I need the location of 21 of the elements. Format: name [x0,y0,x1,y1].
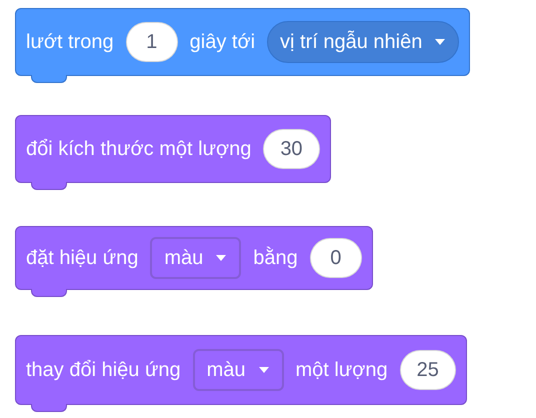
number-input[interactable]: 0 [310,238,362,278]
number-input[interactable]: 25 [400,350,456,390]
code-block[interactable]: thay đổi hiệu ứng màu một lượng 25 [15,335,467,405]
code-block[interactable]: đổi kích thước một lượng 30 [15,115,331,183]
block-label: giây tới [190,30,256,55]
dropdown[interactable]: màu [150,237,242,279]
code-block[interactable]: lướt trong 1 giây tới vị trí ngẫu nhiên [15,8,470,76]
caret-icon [258,366,270,374]
block-label: thay đổi hiệu ứng [26,358,181,383]
code-block[interactable]: đặt hiệu ứng màu bằng 0 [15,226,373,290]
dropdown[interactable]: màu [192,349,284,391]
number-input[interactable]: 1 [126,22,178,62]
caret-icon [215,254,228,262]
number-input[interactable]: 30 [263,129,320,169]
block-label: đổi kích thước một lượng [26,137,252,162]
caret-icon [434,38,446,46]
dropdown[interactable]: vị trí ngẫu nhiên [267,21,460,63]
block-label: một lượng [296,358,388,383]
block-label: bằng [253,246,298,271]
block-label: lướt trong [26,30,114,55]
block-label: đặt hiệu ứng [26,246,138,271]
